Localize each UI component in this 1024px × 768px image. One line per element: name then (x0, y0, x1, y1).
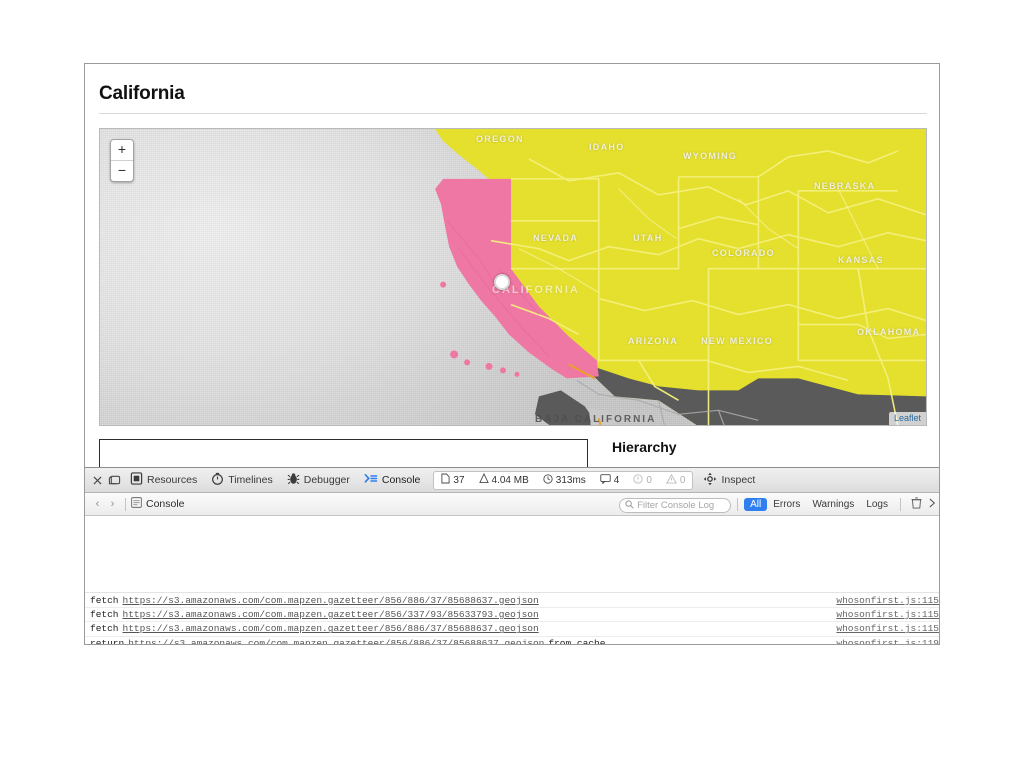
clock-icon (543, 473, 553, 487)
log-source-link[interactable]: whosonfirst.js:119 (836, 638, 939, 644)
console-log-icon (131, 497, 142, 511)
console-filter-bar: All Errors Warnings Logs (619, 493, 939, 515)
stopwatch-icon (211, 472, 224, 488)
console-message-row[interactable]: fetch https://s3.amazonaws.com/com.mapze… (85, 592, 939, 606)
log-keyword: fetch (90, 594, 119, 606)
location-marker[interactable] (494, 274, 510, 290)
message-icon (600, 473, 611, 487)
log-keyword: fetch (90, 623, 119, 635)
filter-scope-all[interactable]: All (744, 497, 768, 511)
stat-transfer-value: 4.04 MB (491, 474, 529, 486)
stat-warning-count[interactable]: 0 (659, 473, 693, 487)
log-source-link[interactable]: whosonfirst.js:115 (836, 609, 939, 620)
gulf-of-california (588, 408, 618, 425)
island-shape (500, 367, 506, 374)
close-icon[interactable] (89, 471, 106, 489)
filter-scope-warnings[interactable]: Warnings (806, 498, 860, 511)
tab-resources[interactable]: Resources (123, 470, 204, 490)
nav-back-button[interactable]: ‹ (90, 498, 105, 510)
tab-console-label: Console (381, 474, 421, 486)
breadcrumb-label: Console (146, 498, 185, 510)
island-shape (464, 359, 471, 366)
page-title: California (99, 83, 185, 104)
stat-resource-value: 37 (453, 474, 465, 486)
inspector-stats: 37 4.04 MB 313ms 4 0 0 (433, 470, 694, 490)
document-icon (441, 473, 450, 487)
island-shape (485, 362, 493, 370)
stat-resource-count[interactable]: 37 (434, 473, 471, 487)
stat-message-value: 4 (613, 474, 620, 486)
filter-divider-2 (900, 497, 901, 511)
resources-icon (130, 472, 143, 488)
warning-icon (665, 473, 677, 487)
filter-scope-logs[interactable]: Logs (860, 498, 894, 511)
subbar-divider (125, 497, 126, 511)
trash-icon[interactable] (907, 497, 926, 512)
log-keyword: return (90, 637, 125, 645)
hierarchy-heading: Hierarchy (612, 439, 677, 455)
bug-icon (287, 472, 300, 488)
log-url[interactable]: https://s3.amazonaws.com/com.mapzen.gaze… (123, 595, 539, 606)
download-icon (478, 472, 489, 487)
tab-debugger[interactable]: Debugger (280, 470, 357, 490)
island-shape (440, 281, 447, 288)
log-source-link[interactable]: whosonfirst.js:115 (836, 623, 939, 634)
crosshair-icon (703, 472, 717, 489)
console-scrollbar[interactable] (938, 516, 939, 644)
stat-time-value: 313ms (555, 474, 586, 486)
log-url[interactable]: https://s3.amazonaws.com/com.mapzen.gaze… (123, 609, 539, 620)
filter-divider (737, 497, 739, 511)
tab-timelines-label: Timelines (228, 474, 273, 486)
stat-message-count[interactable]: 4 (593, 473, 627, 487)
stat-error-count[interactable]: 0 (626, 473, 659, 487)
zoom-in-button[interactable]: + (111, 140, 133, 160)
inspect-label: Inspect (721, 474, 756, 486)
log-keyword: fetch (90, 609, 119, 621)
leaflet-attribution[interactable]: Leaflet (888, 412, 926, 425)
stat-load-time[interactable]: 313ms (536, 473, 593, 487)
filter-scope-errors[interactable]: Errors (767, 498, 806, 511)
nav-forward-button[interactable]: › (105, 498, 120, 510)
tab-resources-label: Resources (147, 474, 198, 486)
baja-peninsula (534, 390, 598, 425)
log-url[interactable]: https://s3.amazonaws.com/com.mapzen.gaze… (123, 623, 539, 634)
zoom-out-button[interactable]: − (111, 160, 133, 181)
map-geometry (435, 129, 926, 425)
page-frame: California OREGON IDAHO WYOMING NEBRASKA… (84, 63, 940, 645)
console-message-row[interactable]: fetch https://s3.amazonaws.com/com.mapze… (85, 606, 939, 621)
stat-error-value: 0 (646, 474, 652, 486)
inspector-toolbar: Resources Timelines Debugger Console 37 … (85, 468, 939, 493)
tab-console[interactable]: Console (357, 470, 428, 490)
filter-input-wrap (619, 495, 732, 513)
log-source-link[interactable]: whosonfirst.js:115 (836, 595, 939, 606)
filter-console-input[interactable] (619, 498, 732, 513)
error-icon (633, 473, 643, 487)
breadcrumb-console[interactable]: Console (131, 497, 185, 511)
map-canvas[interactable]: OREGON IDAHO WYOMING NEBRASKA NEVADA UTA… (100, 129, 926, 425)
island-shape (514, 371, 520, 377)
console-message-row[interactable]: fetch https://s3.amazonaws.com/com.mapze… (85, 621, 939, 635)
map-container[interactable]: OREGON IDAHO WYOMING NEBRASKA NEVADA UTA… (99, 128, 927, 426)
title-divider (99, 113, 927, 114)
log-tail: from cache (548, 637, 606, 645)
console-message-list: fetch https://s3.amazonaws.com/com.mapze… (85, 592, 939, 645)
stat-warning-value: 0 (679, 474, 686, 486)
web-inspector-panel: Resources Timelines Debugger Console 37 … (85, 467, 939, 645)
log-url[interactable]: https://s3.amazonaws.com/com.mapzen.gaze… (128, 638, 544, 644)
dock-icon[interactable] (106, 471, 123, 489)
console-message-row[interactable]: return https://s3.amazonaws.com/com.mapz… (85, 635, 939, 645)
tab-debugger-label: Debugger (303, 474, 350, 486)
stat-transfer-size[interactable]: 4.04 MB (472, 472, 536, 487)
tab-timelines[interactable]: Timelines (204, 470, 280, 490)
chevron-icon[interactable] (926, 498, 939, 511)
console-icon (364, 472, 378, 488)
inspect-button[interactable]: Inspect (703, 472, 755, 489)
island-shape (450, 350, 459, 359)
map-zoom-control[interactable]: + − (110, 139, 134, 182)
console-log-area[interactable]: fetch https://s3.amazonaws.com/com.mapze… (85, 516, 939, 645)
inspector-subbar: ‹ › Console Filter Console Log All Error… (85, 493, 939, 516)
